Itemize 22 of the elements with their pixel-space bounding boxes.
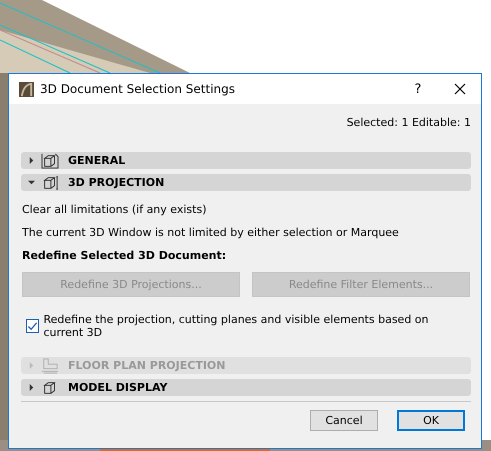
status-text: The current 3D Window is not limited by either selection or Marquee: [22, 226, 400, 239]
disclosure-triangle-icon: [28, 384, 35, 391]
section-header[interactable]: MODEL DISPLAY: [21, 379, 471, 396]
disclosure-triangle-icon: [28, 157, 35, 164]
cube-icon: [41, 174, 59, 190]
close-icon: [454, 83, 466, 95]
window-title: 3D Document Selection Settings: [40, 82, 236, 96]
checkbox-label: Redefine the projection, cutting planes and visible elements based on current 3D: [43, 313, 430, 339]
app-icon: [19, 82, 34, 96]
dialog-button[interactable]: Cancel: [310, 410, 378, 431]
clear-limitations-text: Clear all limitations (if any exists): [22, 203, 208, 216]
disclosure-triangle-icon: [28, 179, 35, 186]
help-button[interactable]: ?: [397, 74, 439, 104]
section-header[interactable]: GENERAL: [21, 152, 471, 169]
disclosure-triangle-icon: [28, 362, 35, 369]
redefine-heading: Redefine Selected 3D Document:: [22, 249, 228, 262]
cube-icon: [41, 152, 59, 168]
section-header[interactable]: 3D PROJECTION: [21, 174, 471, 191]
checkbox[interactable]: [26, 319, 40, 333]
floor-plan-icon: [41, 358, 59, 374]
dialog-button[interactable]: OK: [397, 410, 465, 431]
selection-count: Selected: 1 Editable: 1: [346, 116, 471, 129]
